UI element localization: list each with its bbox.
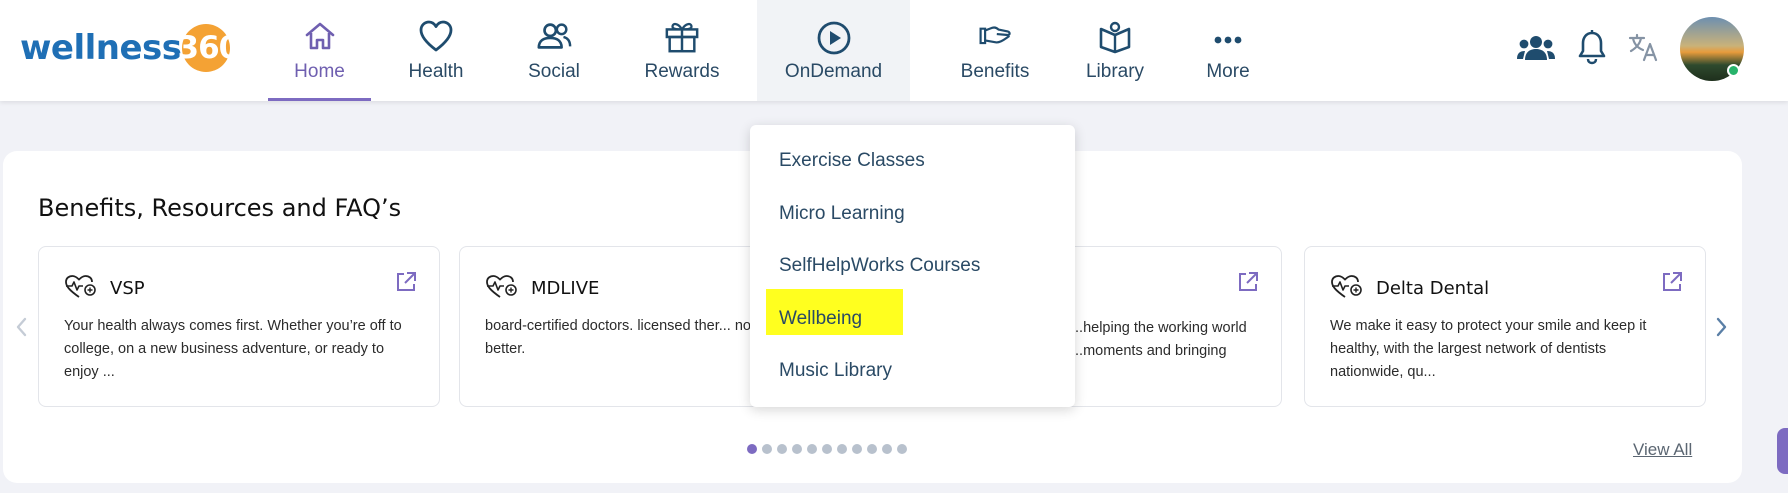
heart-icon bbox=[418, 20, 454, 54]
carousel-dot[interactable] bbox=[762, 444, 772, 454]
nav-ondemand-label: OnDemand bbox=[784, 61, 883, 82]
nav-rewards-label: Rewards bbox=[644, 61, 720, 82]
card-description: Your health always comes first. Whether … bbox=[64, 318, 402, 380]
nav-social-label: Social bbox=[528, 61, 580, 82]
nav-benefits[interactable]: Benefits bbox=[935, 0, 1055, 101]
nav-home-label: Home bbox=[294, 61, 345, 82]
active-tab-indicator bbox=[268, 98, 371, 101]
nav-benefits-label: Benefits bbox=[960, 61, 1030, 82]
carousel-dot[interactable] bbox=[822, 444, 832, 454]
people-icon bbox=[536, 20, 572, 54]
menu-item-wellbeing[interactable]: Wellbeing bbox=[779, 308, 862, 330]
carousel-dot[interactable] bbox=[852, 444, 862, 454]
carousel-prev-arrow[interactable] bbox=[14, 316, 28, 343]
external-link-icon[interactable] bbox=[395, 271, 417, 298]
nav-social[interactable]: Social bbox=[504, 0, 604, 101]
logo-number: 360 bbox=[177, 30, 241, 66]
translate-icon[interactable] bbox=[1628, 32, 1660, 67]
card-title: VSP bbox=[110, 278, 145, 299]
carousel-pagination bbox=[747, 444, 912, 454]
nav-library-label: Library bbox=[1085, 61, 1145, 82]
menu-item-selfhelpworks-courses[interactable]: SelfHelpWorks Courses bbox=[779, 255, 980, 277]
carousel-dot[interactable] bbox=[792, 444, 802, 454]
wellness360-logo[interactable]: wellness 360 bbox=[20, 22, 241, 74]
more-dots-icon bbox=[1210, 20, 1246, 54]
heart-pulse-icon bbox=[64, 274, 98, 305]
heart-pulse-icon bbox=[485, 274, 519, 305]
logo-badge: 360 bbox=[177, 22, 241, 74]
external-link-icon[interactable] bbox=[1661, 271, 1683, 298]
carousel-next-arrow[interactable] bbox=[1715, 316, 1729, 343]
gift-icon bbox=[664, 20, 700, 54]
carousel-dot[interactable] bbox=[882, 444, 892, 454]
carousel-dot[interactable] bbox=[867, 444, 877, 454]
bell-icon[interactable] bbox=[1577, 29, 1607, 70]
nav-home[interactable]: Home bbox=[268, 0, 371, 101]
card-description: We make it easy to protect your smile an… bbox=[1330, 318, 1647, 380]
nav-more[interactable]: More bbox=[1183, 0, 1273, 101]
book-icon bbox=[1097, 20, 1133, 54]
group-icon[interactable] bbox=[1516, 34, 1556, 67]
card-title: Delta Dental bbox=[1376, 278, 1490, 299]
nav-health-label: Health bbox=[408, 61, 464, 82]
nav-health[interactable]: Health bbox=[388, 0, 484, 101]
nav-library[interactable]: Library bbox=[1067, 0, 1163, 101]
benefit-card[interactable]: VSP Your health always comes first. Whet… bbox=[38, 246, 440, 407]
play-circle-icon bbox=[816, 20, 852, 55]
nav-more-label: More bbox=[1206, 61, 1250, 82]
card-description: ...helping the working world ...moments … bbox=[1071, 320, 1247, 359]
section-title: Benefits, Resources and FAQ’s bbox=[38, 194, 402, 222]
hand-icon bbox=[977, 20, 1013, 54]
online-status-indicator bbox=[1727, 64, 1740, 77]
home-icon bbox=[302, 20, 338, 54]
side-feedback-tab[interactable] bbox=[1777, 428, 1788, 474]
card-title: MDLIVE bbox=[531, 278, 600, 299]
nav-ondemand[interactable]: OnDemand bbox=[757, 0, 910, 101]
external-link-icon[interactable] bbox=[1237, 271, 1259, 298]
menu-item-micro-learning[interactable]: Micro Learning bbox=[779, 203, 905, 225]
nav-rewards[interactable]: Rewards bbox=[626, 0, 738, 101]
carousel-dot[interactable] bbox=[777, 444, 787, 454]
logo-text: wellness bbox=[20, 28, 182, 68]
menu-item-exercise-classes[interactable]: Exercise Classes bbox=[779, 150, 925, 172]
benefit-card[interactable]: Delta Dental We make it easy to protect … bbox=[1304, 246, 1706, 407]
top-navigation-bar: wellness 360 Home Health Social Rewards bbox=[0, 0, 1788, 101]
heart-pulse-icon bbox=[1330, 274, 1364, 305]
carousel-dot[interactable] bbox=[897, 444, 907, 454]
carousel-dot[interactable] bbox=[837, 444, 847, 454]
carousel-dot[interactable] bbox=[747, 444, 757, 454]
view-all-link[interactable]: View All bbox=[1633, 440, 1692, 460]
carousel-dot[interactable] bbox=[807, 444, 817, 454]
menu-item-music-library[interactable]: Music Library bbox=[779, 360, 892, 382]
